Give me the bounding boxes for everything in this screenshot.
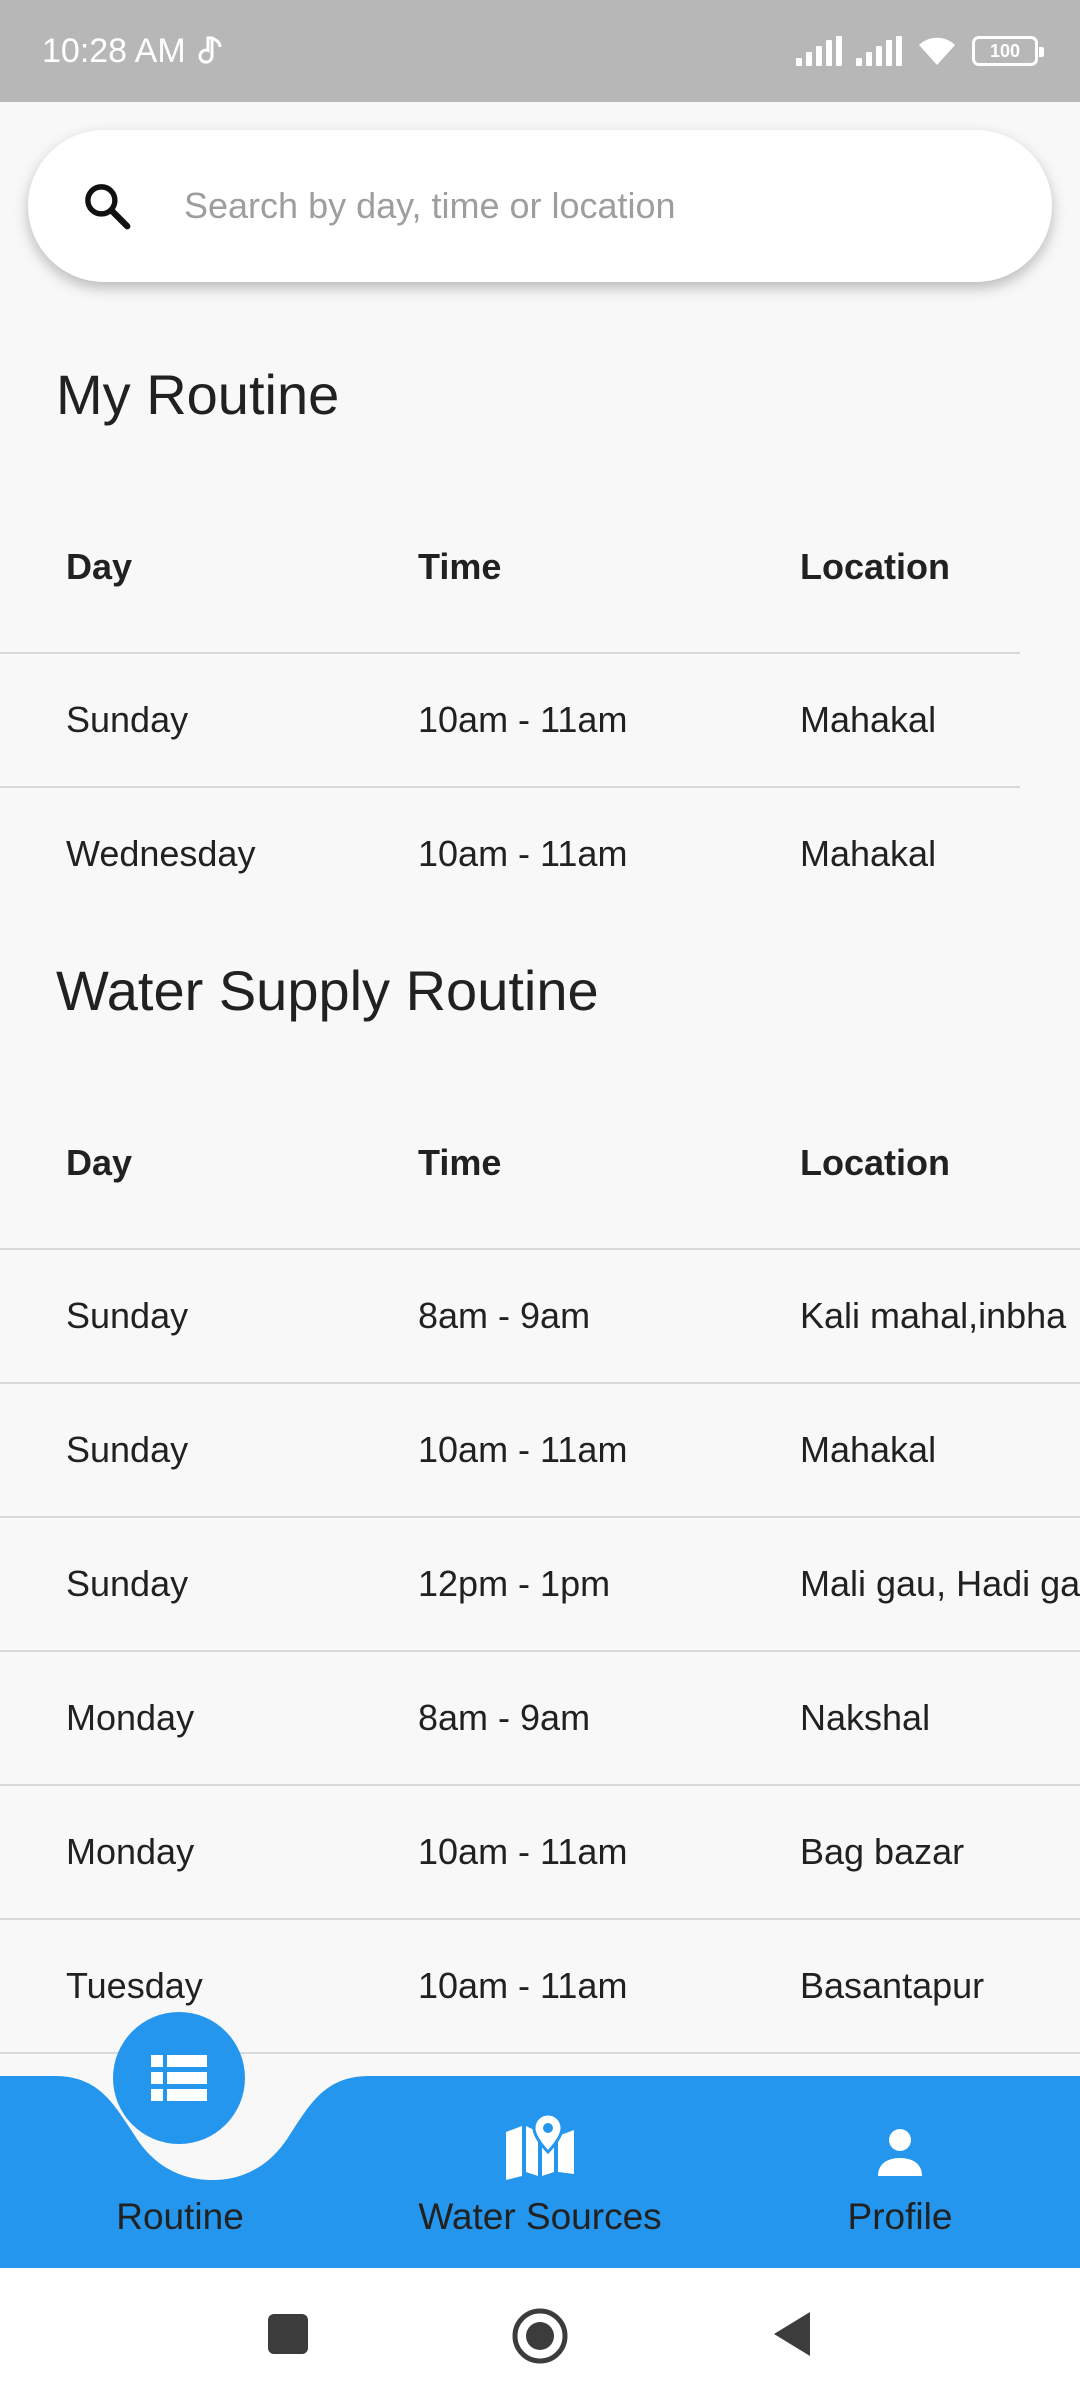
header-time: Time <box>418 546 502 587</box>
status-right: 100 <box>796 35 1044 67</box>
cell-location: Nakshal <box>800 1697 931 1738</box>
header-location: Location <box>800 1142 950 1183</box>
back-button[interactable] <box>768 2306 816 2362</box>
cell-time: 10am - 11am <box>418 833 628 874</box>
my-routine-table: Day Time Location Sunday 10am - 11am Mah… <box>0 482 1080 920</box>
nav-label-routine: Routine <box>116 2196 244 2237</box>
my-routine-title: My Routine <box>56 363 340 426</box>
table-header-row: Day Time Location <box>0 482 1080 652</box>
recents-button[interactable] <box>266 2306 310 2362</box>
cell-day: Tuesday <box>66 1965 203 2006</box>
table-row[interactable]: Monday 10am - 11am Bag bazar <box>0 1786 1080 1918</box>
cell-location: Mahakal <box>800 833 937 874</box>
signal-icon <box>796 36 842 66</box>
cell-location: Basantapur <box>800 1965 985 2006</box>
cell-location: Mali gau, Hadi ga <box>800 1563 1080 1604</box>
cell-time: 10am - 11am <box>418 1429 628 1470</box>
cell-time: 10am - 11am <box>418 1831 628 1872</box>
cell-day: Sunday <box>66 1429 189 1470</box>
table-row[interactable]: Wednesday 10am - 11am Mahakal <box>0 788 1080 920</box>
person-icon <box>878 2129 922 2176</box>
search-input[interactable] <box>184 185 984 227</box>
cell-day: Monday <box>66 1831 195 1872</box>
wifi-icon <box>919 37 955 65</box>
header-day: Day <box>66 1142 133 1183</box>
cell-location: Mahakal <box>800 1429 937 1470</box>
nav-label-profile: Profile <box>847 2196 953 2237</box>
table-header-row: Day Time Location <box>0 1078 1080 1248</box>
status-time: 10:28 AM <box>42 31 186 70</box>
routine-fab-button[interactable] <box>113 2012 245 2144</box>
header-location: Location <box>800 546 950 587</box>
map-pin-icon <box>506 2112 574 2180</box>
nav-item-water-sources[interactable]: Water Sources <box>380 2076 700 2268</box>
cell-location: Bag bazar <box>800 1831 965 1872</box>
signal-icon <box>856 36 902 66</box>
table-row[interactable]: Sunday 8am - 9am Kali mahal,inbha <box>0 1250 1080 1382</box>
music-note-icon <box>198 36 222 64</box>
status-left: 10:28 AM <box>42 32 224 71</box>
search-icon <box>85 184 131 230</box>
water-supply-table: Day Time Location Sunday 8am - 9am Kali … <box>0 1078 1080 2054</box>
battery-level: 100 <box>989 40 1021 61</box>
cell-time: 10am - 11am <box>418 699 628 740</box>
home-button[interactable] <box>510 2306 570 2366</box>
table-row[interactable]: Monday 8am - 9am Nakshal <box>0 1652 1080 1784</box>
header-time: Time <box>418 1142 502 1183</box>
cell-time: 12pm - 1pm <box>418 1563 611 1604</box>
system-navigation-bar <box>0 2268 1080 2400</box>
cell-day: Sunday <box>66 699 189 740</box>
table-row[interactable]: Sunday 10am - 11am Mahakal <box>0 1384 1080 1516</box>
list-icon <box>151 2055 207 2101</box>
battery-icon: 100 <box>972 36 1044 66</box>
cell-day: Wednesday <box>66 833 256 874</box>
cell-day: Sunday <box>66 1295 189 1336</box>
nav-label-water-sources: Water Sources <box>418 2196 662 2237</box>
header-day: Day <box>66 546 133 587</box>
status-bar: 10:28 AM 100 <box>0 0 1080 102</box>
search-bar[interactable] <box>28 130 1052 282</box>
water-supply-routine-title: Water Supply Routine <box>56 959 599 1022</box>
table-row[interactable]: Sunday 10am - 11am Mahakal <box>0 654 1080 786</box>
cell-time: 8am - 9am <box>418 1295 591 1336</box>
cell-location: Mahakal <box>800 699 937 740</box>
cell-time: 10am - 11am <box>418 1965 628 2006</box>
nav-item-profile[interactable]: Profile <box>780 2076 1020 2268</box>
cell-time: 8am - 9am <box>418 1697 591 1738</box>
cell-day: Monday <box>66 1697 195 1738</box>
cell-location: Kali mahal,inbha <box>800 1295 1067 1336</box>
table-row[interactable]: Sunday 12pm - 1pm Mali gau, Hadi ga <box>0 1518 1080 1650</box>
cell-day: Sunday <box>66 1563 189 1604</box>
